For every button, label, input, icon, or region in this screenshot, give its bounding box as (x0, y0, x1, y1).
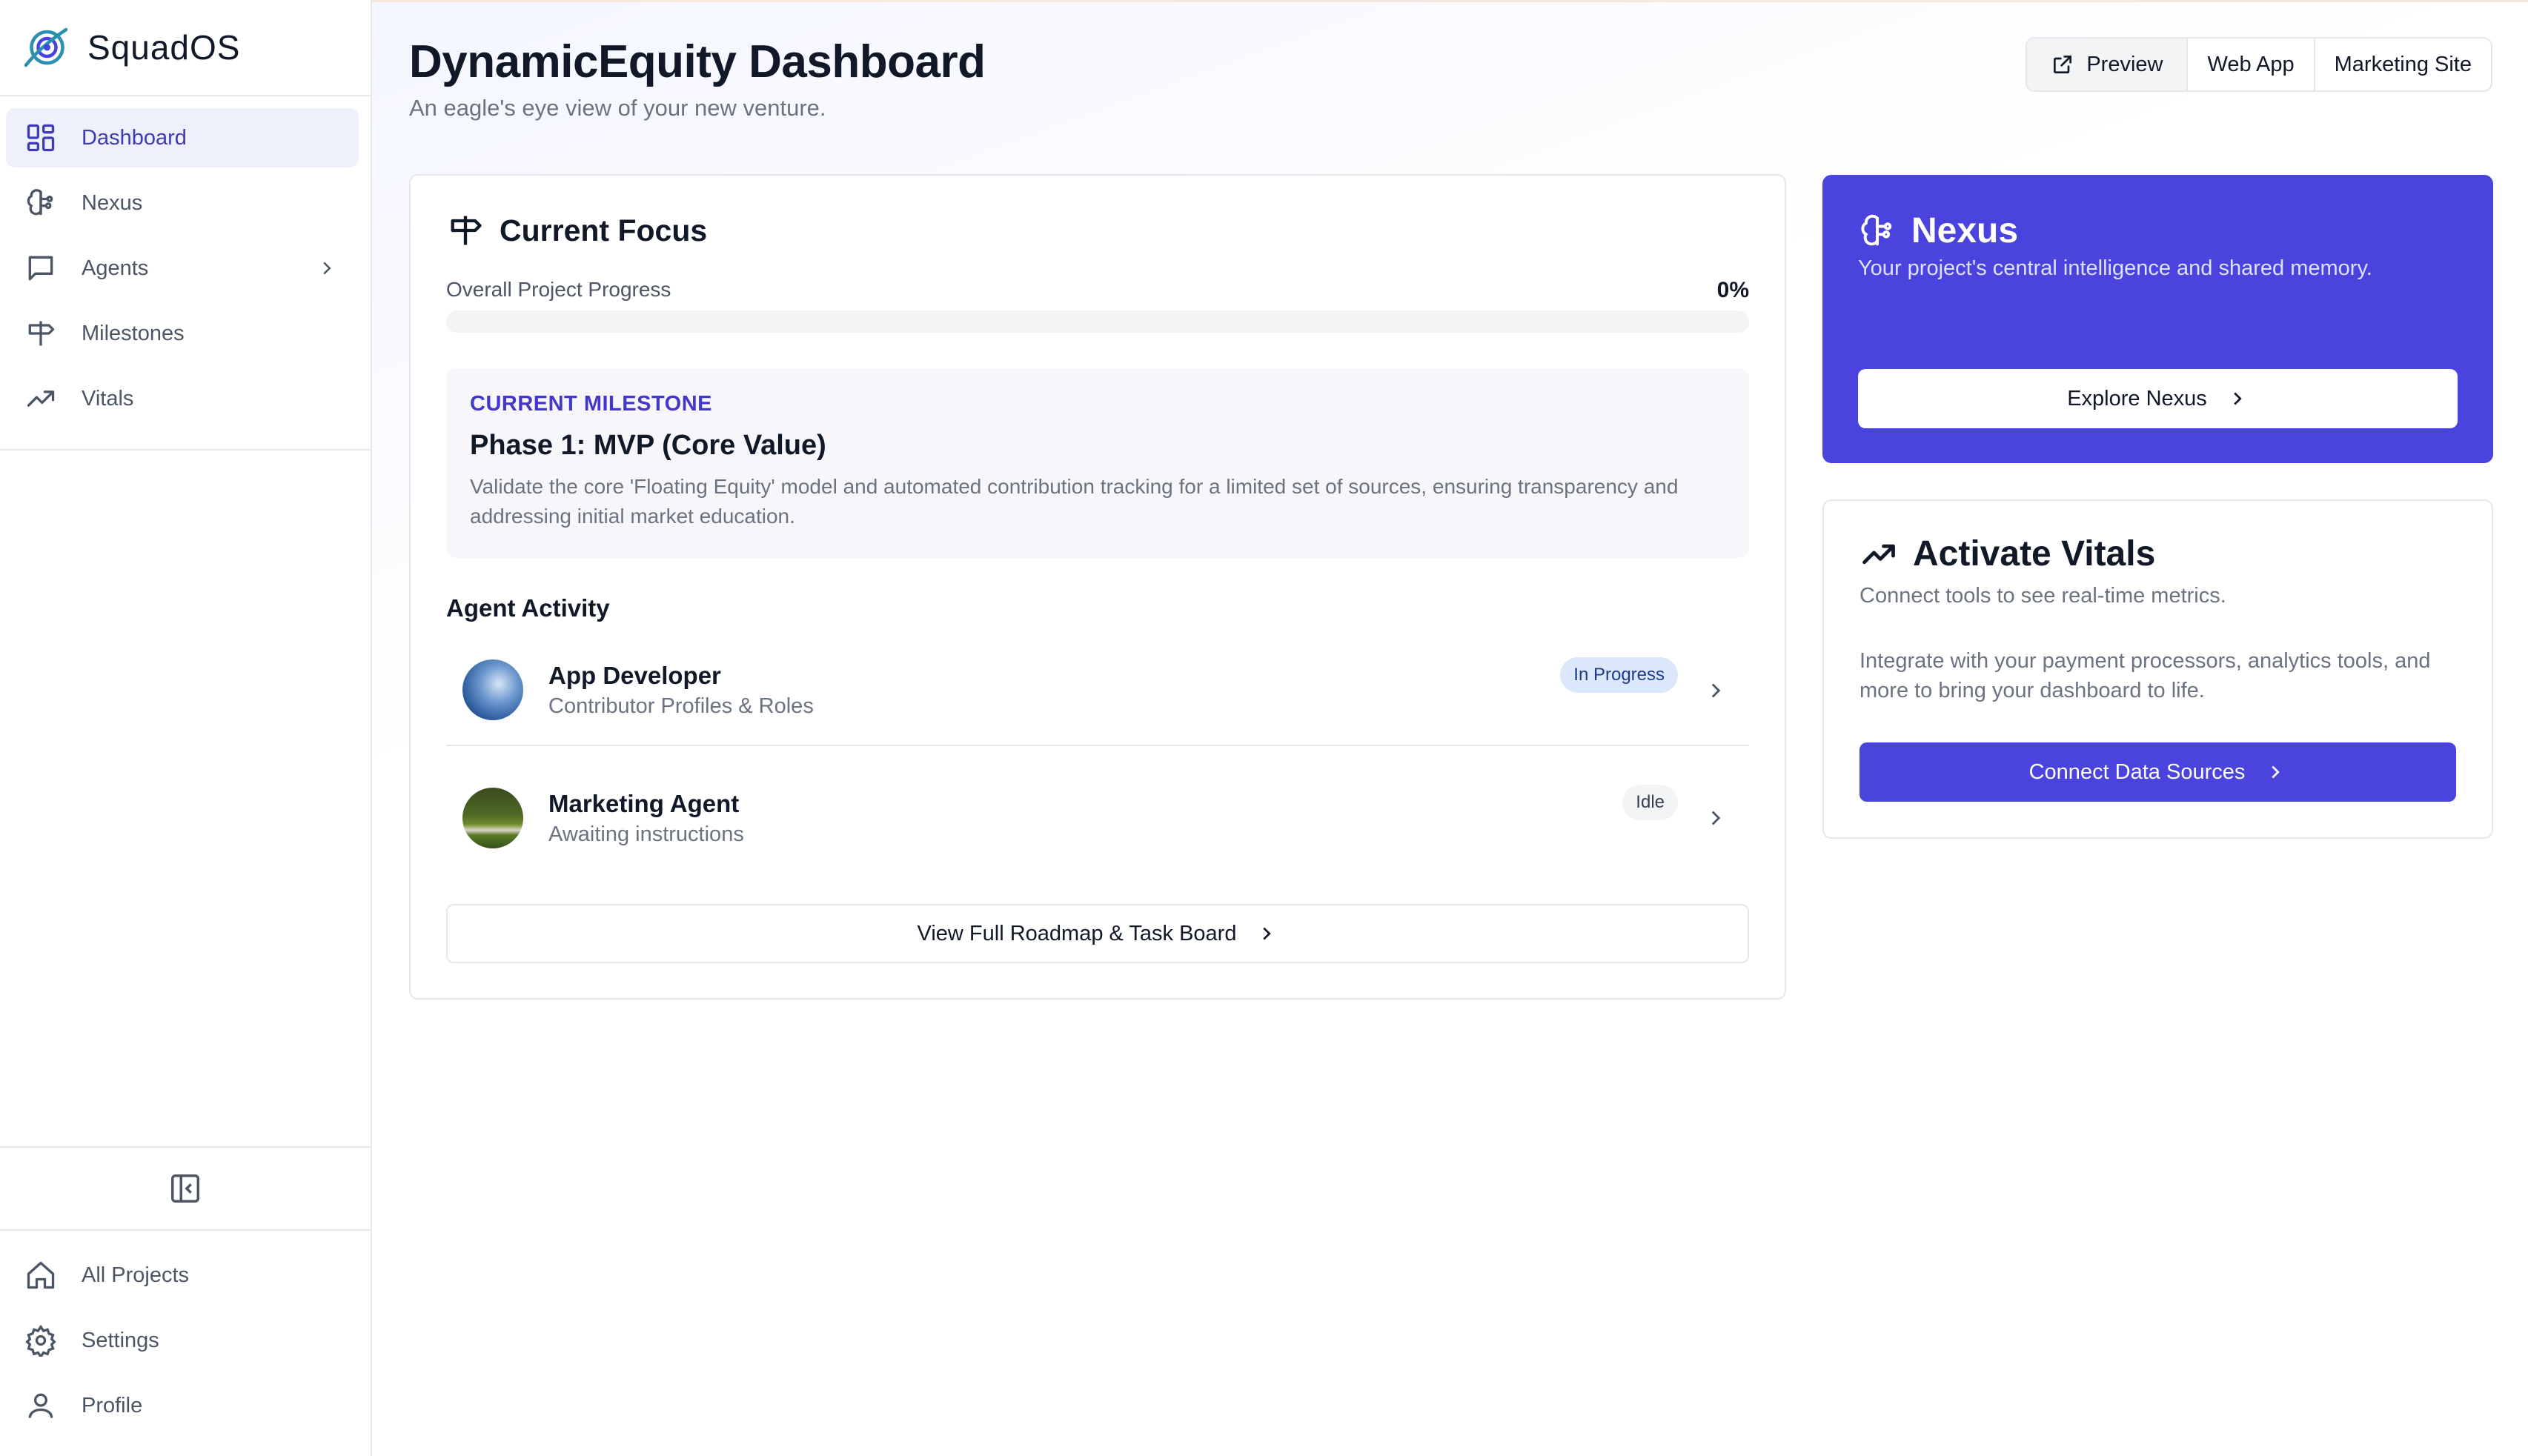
chevron-right-icon (2234, 392, 2242, 405)
preview-label: Preview (2086, 52, 2163, 76)
agent-task: Contributor Profiles & Roles (548, 694, 814, 718)
preview-button[interactable]: Preview (2027, 39, 2187, 90)
sidebar-item-nexus[interactable]: Nexus (6, 173, 359, 233)
avatar (462, 659, 523, 720)
agent-row-app-developer[interactable]: App Developer Contributor Profiles & Rol… (446, 635, 1749, 746)
vitals-header: Activate Vitals (1859, 533, 2155, 574)
agent-info: Marketing Agent Awaiting instructions (548, 790, 744, 847)
nexus-title: Nexus (1911, 211, 2019, 250)
agent-activity-title: Agent Activity (446, 594, 610, 622)
avatar (462, 788, 523, 848)
explore-nexus-label: Explore Nexus (2067, 386, 2207, 410)
home-icon (24, 1258, 58, 1292)
sidebar-item-label: Agents (82, 256, 149, 280)
page-title: DynamicEquity Dashboard (409, 36, 986, 87)
sidebar-item-milestones[interactable]: Milestones (6, 304, 359, 363)
milestone-title: Phase 1: MVP (Core Value) (470, 430, 826, 461)
nexus-subtitle: Your project's central intelligence and … (1858, 256, 2372, 280)
main-content: DynamicEquity Dashboard An eagle's eye v… (372, 0, 2528, 1456)
chevron-right-icon (2272, 765, 2280, 779)
marketing-site-link[interactable]: Marketing Site (2313, 39, 2491, 90)
view-roadmap-button[interactable]: View Full Roadmap & Task Board (446, 904, 1749, 963)
sidebar-item-agents[interactable]: Agents (6, 239, 359, 298)
status-badge: In Progress (1560, 657, 1678, 693)
panel-collapse-icon (171, 1174, 199, 1203)
top-divider (372, 0, 2528, 2)
agent-task: Awaiting instructions (548, 822, 744, 846)
signpost-icon (451, 216, 482, 245)
current-focus-card: Current Focus Overall Project Progress 0… (409, 174, 1786, 1000)
sidebar-item-settings[interactable]: Settings (6, 1311, 359, 1370)
nexus-header: Nexus (1858, 210, 2018, 251)
chat-icon (24, 251, 58, 285)
sidebar-item-vitals[interactable]: Vitals (6, 369, 359, 428)
agent-name: Marketing Agent (548, 789, 740, 817)
sidebar-item-profile[interactable]: Profile (6, 1376, 359, 1435)
nexus-card: Nexus Your project's central intelligenc… (1822, 175, 2493, 463)
milestone-kicker: CURRENT MILESTONE (470, 392, 712, 416)
secondary-nav: All Projects Settings Profile (0, 1231, 371, 1456)
explore-nexus-button[interactable]: Explore Nexus (1858, 369, 2458, 428)
connect-data-sources-label: Connect Data Sources (2028, 759, 2246, 784)
sidebar-item-label: Vitals (82, 386, 134, 410)
agent-row-marketing-agent[interactable]: Marketing Agent Awaiting instructions Id… (446, 762, 1749, 874)
site-links: Preview Web App Marketing Site (2026, 37, 2492, 92)
brain-icon (1861, 214, 1892, 245)
current-focus-header: Current Focus (446, 211, 707, 250)
page-subtitle: An eagle's eye view of your new venture. (409, 95, 826, 121)
sidebar-item-label: Profile (82, 1393, 143, 1417)
chevron-right-icon (1263, 927, 1272, 940)
gear-icon (24, 1323, 58, 1357)
status-badge: Idle (1622, 785, 1678, 820)
current-focus-title: Current Focus (500, 213, 708, 247)
sidebar-item-label: Dashboard (82, 125, 187, 150)
collapse-sidebar-button[interactable] (0, 1146, 371, 1231)
brand[interactable]: SquadOS (0, 0, 371, 96)
activate-vitals-card: Activate Vitals Connect tools to see rea… (1822, 499, 2493, 839)
chevron-right-icon[interactable] (1703, 805, 1728, 831)
milestone-description: Validate the core 'Floating Equity' mode… (470, 475, 1679, 528)
sidebar-item-label: All Projects (82, 1263, 190, 1287)
agent-info: App Developer Contributor Profiles & Rol… (548, 662, 814, 719)
vitals-description: Integrate with your payment processors, … (1859, 649, 2431, 702)
sidebar-item-all-projects[interactable]: All Projects (6, 1246, 359, 1305)
chevron-right-icon[interactable] (316, 257, 338, 279)
sidebar: SquadOS Dashboard Nexus Agents Milestone… (0, 0, 372, 1456)
sidebar-item-label: Nexus (82, 190, 143, 215)
signpost-icon (24, 316, 58, 350)
sidebar-item-label: Milestones (82, 321, 185, 345)
web-app-link[interactable]: Web App (2186, 39, 2313, 90)
chevron-right-icon[interactable] (1703, 678, 1728, 703)
brand-name: SquadOS (87, 28, 241, 67)
progress-label: Overall Project Progress (446, 278, 671, 301)
connect-data-sources-button[interactable]: Connect Data Sources (1859, 742, 2456, 802)
sidebar-item-dashboard[interactable]: Dashboard (6, 108, 359, 167)
trending-up-icon (1862, 544, 1895, 564)
squados-logo-icon (24, 27, 68, 67)
progress-bar (446, 310, 1749, 333)
trending-up-icon (24, 382, 58, 416)
progress-value: 0% (1716, 278, 1749, 302)
app-root: SquadOS Dashboard Nexus Agents Milestone… (0, 0, 2528, 1456)
current-milestone-panel: CURRENT MILESTONE Phase 1: MVP (Core Val… (446, 368, 1749, 558)
vitals-subtitle: Connect tools to see real-time metrics. (1859, 584, 2226, 608)
vitals-title: Activate Vitals (1913, 534, 2156, 574)
sidebar-item-label: Settings (82, 1328, 159, 1352)
dashboard-icon (24, 121, 58, 155)
view-roadmap-label: View Full Roadmap & Task Board (917, 921, 1237, 945)
agent-name: App Developer (548, 661, 721, 689)
primary-nav: Dashboard Nexus Agents Milestones Vitals (0, 96, 371, 451)
external-link-icon (2054, 56, 2072, 73)
brain-icon (24, 186, 58, 220)
user-icon (24, 1389, 58, 1423)
